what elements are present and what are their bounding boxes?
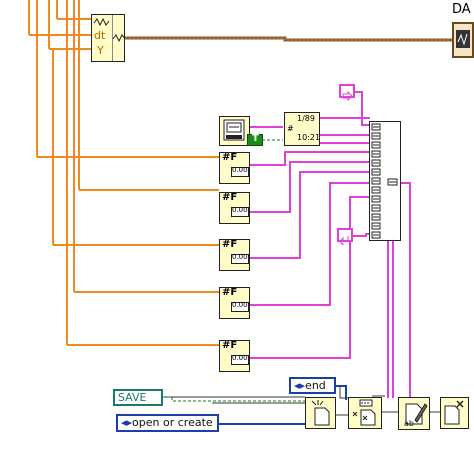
tab-string-constant[interactable] bbox=[339, 84, 355, 102]
graph-label: DA bbox=[452, 2, 471, 17]
concatenate-icon bbox=[371, 123, 398, 239]
dt-label: dt bbox=[94, 29, 106, 42]
block-diagram: DA dt Y 1/89 # 10:21 T #F 0.00 #F 0.00 #… bbox=[0, 0, 474, 476]
y-label: Y bbox=[97, 44, 104, 57]
save-control-terminal[interactable]: SAVE bbox=[113, 389, 163, 406]
format-label: #F bbox=[222, 287, 238, 298]
set-file-position-icon bbox=[352, 399, 376, 426]
format-label: #F bbox=[222, 239, 238, 250]
set-file-position-node[interactable] bbox=[348, 397, 382, 429]
open-file-icon bbox=[311, 400, 330, 426]
format-display: 0.00 bbox=[231, 301, 249, 312]
format-label: #F bbox=[222, 192, 238, 203]
close-file-icon bbox=[444, 400, 464, 425]
save-control-label: SAVE bbox=[118, 391, 147, 404]
waveform-graph-terminal[interactable] bbox=[452, 22, 474, 58]
format-display: 0.00 bbox=[231, 206, 249, 217]
format-into-string-node-3[interactable]: #F 0.00 bbox=[219, 239, 250, 271]
svg-text:ab: ab bbox=[404, 419, 414, 428]
get-date-time-node[interactable] bbox=[219, 116, 250, 146]
wave-output-icon bbox=[112, 34, 126, 43]
format-into-string-node-1[interactable]: #F 0.00 bbox=[219, 152, 250, 184]
end-enum-constant[interactable]: ◂▸end bbox=[289, 377, 336, 394]
waveform-icon bbox=[93, 17, 110, 27]
time-string: 10:21 bbox=[297, 133, 321, 142]
format-hash: # bbox=[287, 124, 294, 133]
format-display: 0.00 bbox=[231, 166, 249, 177]
open-mode-enum-label: open or create bbox=[132, 416, 213, 429]
tab-arrow-icon bbox=[342, 90, 353, 102]
format-into-string-node-4[interactable]: #F 0.00 bbox=[219, 287, 250, 319]
format-display: 0.00 bbox=[231, 253, 249, 264]
end-enum-label: end bbox=[305, 379, 326, 392]
date-string: 1/89 bbox=[297, 114, 315, 123]
format-into-string-node-2[interactable]: #F 0.00 bbox=[219, 192, 250, 224]
open-file-node[interactable] bbox=[305, 397, 336, 429]
end-of-line-constant[interactable] bbox=[337, 228, 353, 247]
close-file-node[interactable] bbox=[440, 397, 469, 429]
format-date-time-node[interactable]: 1/89 # 10:21 bbox=[284, 112, 320, 146]
open-mode-enum-constant[interactable]: ◂▸open or create bbox=[116, 414, 219, 432]
format-display: 0.00 bbox=[231, 354, 249, 365]
boolean-label: T bbox=[252, 133, 259, 144]
format-into-string-node-5[interactable]: #F 0.00 bbox=[219, 340, 250, 372]
write-to-file-node[interactable]: ab bbox=[398, 397, 430, 430]
boolean-true-constant[interactable]: T bbox=[247, 133, 263, 146]
concatenate-strings-node[interactable] bbox=[369, 121, 401, 241]
date-time-icon bbox=[223, 119, 245, 141]
graph-icon bbox=[456, 30, 470, 48]
format-label: #F bbox=[222, 152, 238, 163]
return-arrow-icon bbox=[339, 236, 349, 247]
write-to-text-file-icon: ab bbox=[404, 403, 428, 428]
format-label: #F bbox=[222, 340, 238, 351]
build-waveform-node[interactable]: dt Y bbox=[91, 14, 126, 62]
